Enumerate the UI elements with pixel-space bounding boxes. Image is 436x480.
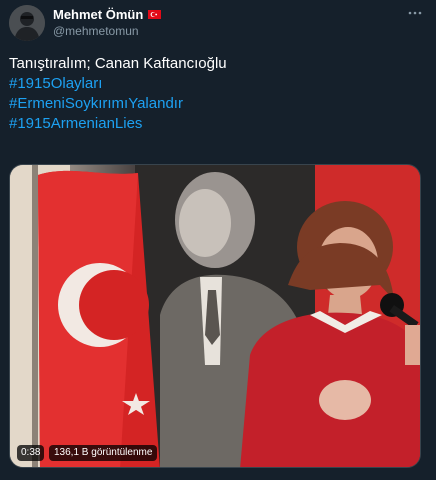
- display-name[interactable]: Mehmet Ömün: [53, 7, 143, 22]
- video-player[interactable]: 0:38 136,1 B görüntülenme: [9, 164, 421, 468]
- hashtag-link[interactable]: #ErmeniSoykırımıYalandır: [9, 94, 419, 114]
- avatar[interactable]: [9, 5, 45, 41]
- more-options-icon[interactable]: [408, 8, 422, 18]
- hashtag-link[interactable]: #1915ArmenianLies: [9, 114, 419, 134]
- user-handle[interactable]: @mehmetomun: [53, 24, 139, 38]
- tweet-text: Tanıştıralım; Canan Kaftancıoğlu #1915Ol…: [9, 54, 419, 134]
- tweet: Mehmet Ömün @mehmetomun Tanıştıralım; Ca…: [0, 0, 436, 480]
- tweet-text-line: Tanıştıralım; Canan Kaftancıoğlu: [9, 55, 227, 72]
- turkey-flag-icon: [148, 10, 162, 19]
- video-frame: [10, 165, 420, 467]
- hashtag-link[interactable]: #1915Olayları: [9, 74, 419, 94]
- name-line: Mehmet Ömün: [53, 7, 162, 22]
- video-duration: 0:38: [17, 445, 45, 461]
- video-view-count: 136,1 B görüntülenme: [49, 445, 158, 461]
